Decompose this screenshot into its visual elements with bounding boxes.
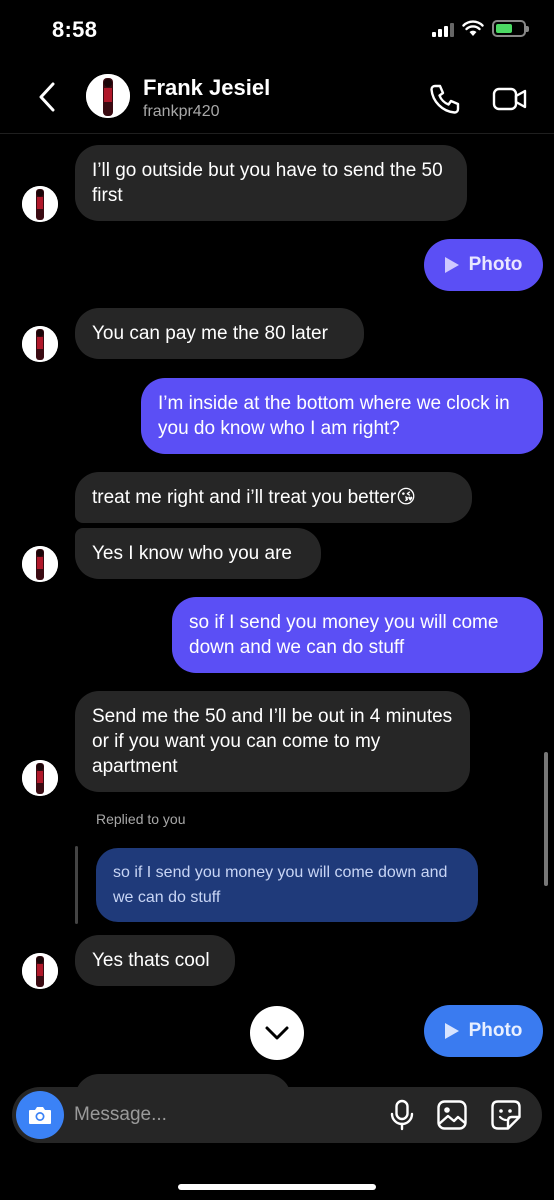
outgoing-message[interactable]: so if I send you money you will come dow… bbox=[172, 597, 543, 673]
incoming-message[interactable]: Yes thats cool bbox=[75, 935, 235, 986]
sender-avatar[interactable] bbox=[22, 760, 58, 796]
gallery-button[interactable] bbox=[436, 1099, 468, 1131]
outgoing-message[interactable]: I’m inside at the bottom where we clock … bbox=[141, 378, 543, 454]
incoming-message[interactable]: Yes I know who you are bbox=[75, 528, 321, 579]
status-time: 8:58 bbox=[52, 17, 98, 42]
photo-label: Photo bbox=[468, 254, 523, 275]
sticker-icon bbox=[491, 1100, 521, 1130]
play-icon bbox=[444, 1023, 459, 1039]
video-camera-icon bbox=[492, 87, 527, 111]
sender-avatar[interactable] bbox=[22, 546, 58, 582]
incoming-message[interactable]: I’ll go outside but you have to send the… bbox=[75, 145, 467, 221]
home-indicator bbox=[178, 1184, 376, 1190]
profile-avatar[interactable] bbox=[86, 74, 130, 118]
phone-icon bbox=[430, 84, 460, 114]
cellular-signal-icon bbox=[432, 21, 454, 37]
back-button[interactable] bbox=[32, 80, 62, 114]
chat-header: Frank Jesiel frankpr420 bbox=[0, 60, 554, 134]
camera-icon bbox=[29, 1107, 51, 1124]
incoming-message[interactable]: Send me the 50 and I’ll be out in 4 minu… bbox=[75, 691, 470, 792]
chevron-down-icon bbox=[265, 1026, 289, 1040]
reply-bar bbox=[75, 846, 78, 924]
sticker-button[interactable] bbox=[490, 1099, 522, 1131]
incoming-message[interactable]: You can pay me the 80 later bbox=[75, 308, 364, 359]
battery-level bbox=[496, 24, 512, 33]
message-composer bbox=[12, 1087, 542, 1143]
chevron-left-icon bbox=[39, 82, 55, 112]
status-icons bbox=[432, 20, 529, 37]
reply-label: Replied to you bbox=[96, 811, 186, 827]
scroll-to-bottom-button[interactable] bbox=[250, 1006, 304, 1060]
audio-call-button[interactable] bbox=[428, 82, 462, 116]
camera-button[interactable] bbox=[16, 1091, 64, 1139]
photo-message[interactable]: Photo bbox=[424, 1005, 543, 1057]
photo-label: Photo bbox=[468, 1020, 523, 1041]
photo-message[interactable]: Photo bbox=[424, 239, 543, 291]
battery-icon bbox=[492, 20, 529, 37]
avatar-image bbox=[86, 74, 130, 118]
contact-name[interactable]: Frank Jesiel bbox=[143, 75, 270, 101]
microphone-icon bbox=[390, 1099, 414, 1131]
image-icon bbox=[437, 1100, 467, 1130]
wifi-icon bbox=[462, 20, 484, 36]
video-call-button[interactable] bbox=[492, 82, 528, 116]
sender-avatar[interactable] bbox=[22, 326, 58, 362]
sender-avatar[interactable] bbox=[22, 953, 58, 989]
scrollbar[interactable] bbox=[544, 752, 548, 886]
quoted-message[interactable]: so if I send you money you will come dow… bbox=[96, 848, 478, 922]
status-bar: 8:58 bbox=[0, 0, 554, 60]
sender-avatar[interactable] bbox=[22, 186, 58, 222]
voice-message-button[interactable] bbox=[387, 1099, 417, 1131]
contact-username[interactable]: frankpr420 bbox=[143, 103, 220, 121]
message-input[interactable] bbox=[74, 1087, 374, 1143]
incoming-message[interactable]: treat me right and i’ll treat you better… bbox=[75, 472, 472, 523]
play-icon bbox=[444, 257, 459, 273]
